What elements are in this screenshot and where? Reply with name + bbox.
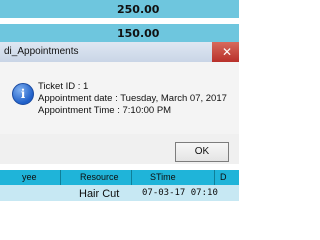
grid-header: yee Resource STime D — [0, 170, 239, 186]
ticket-id-text: Ticket ID : 1 — [38, 81, 89, 92]
column-divider[interactable] — [131, 170, 132, 185]
info-icon: i — [12, 83, 34, 105]
column-header-resource[interactable]: Resource — [80, 172, 119, 182]
screenshot-stage: 250.00 150.00 di_Appointments ✕ i Ticket… — [0, 0, 239, 239]
dialog-title-bar[interactable]: di_Appointments — [0, 42, 239, 63]
stime-cell: 07-03-17 07:10 — [142, 188, 218, 198]
column-divider[interactable] — [214, 170, 215, 185]
close-button[interactable]: ✕ — [212, 42, 239, 62]
column-header-d[interactable]: D — [220, 172, 227, 182]
resource-cell: Hair Cut — [79, 188, 120, 200]
column-header-employee[interactable]: yee — [22, 172, 37, 182]
column-header-stime[interactable]: STime — [150, 172, 176, 182]
amount-cell: 250.00 — [117, 3, 160, 16]
appointment-date-text: Appointment date : Tuesday, March 07, 20… — [38, 93, 227, 104]
amount-cell: 150.00 — [117, 27, 160, 40]
column-divider[interactable] — [60, 170, 61, 185]
dialog-title: di_Appointments — [4, 46, 79, 57]
appointment-time-text: Appointment Time : 7:10:00 PM — [38, 105, 172, 116]
table-row[interactable]: 250.00 — [0, 0, 239, 18]
table-row[interactable]: Hair Cut 07-03-17 07:10 — [0, 185, 239, 201]
table-row[interactable]: 150.00 — [0, 24, 239, 42]
ok-button[interactable]: OK — [175, 142, 229, 162]
